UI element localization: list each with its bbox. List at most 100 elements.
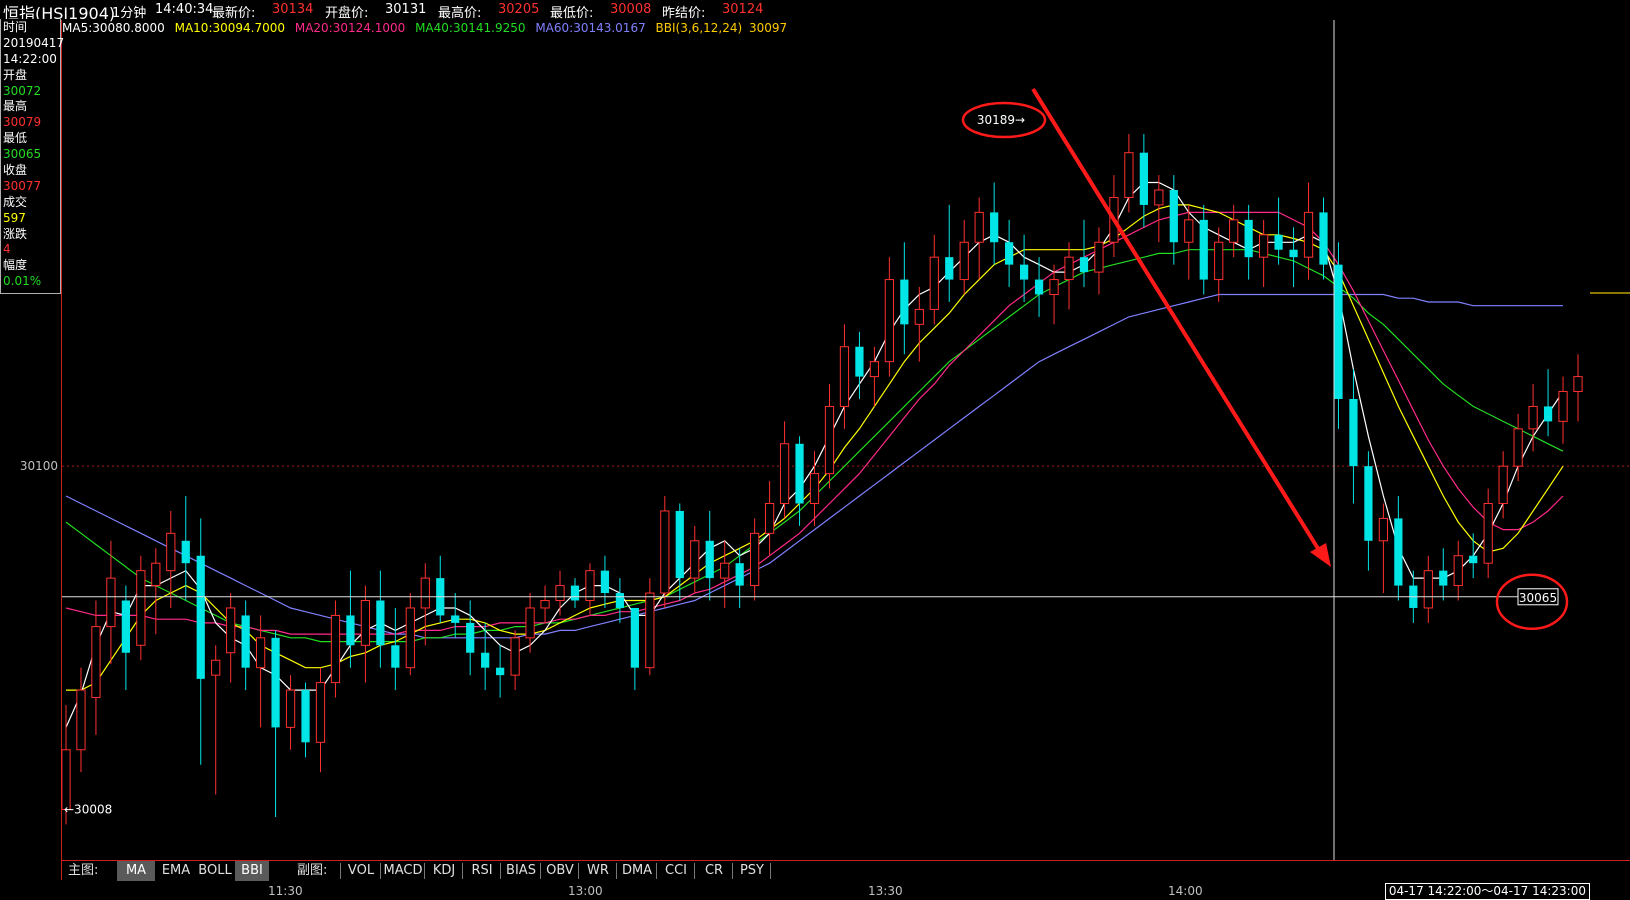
info-close-label: 收盘 — [3, 163, 28, 178]
tab-cr[interactable]: CR — [696, 861, 732, 881]
legend-bbi-value: 30097 — [749, 21, 788, 35]
info-date: 20190417 — [3, 35, 65, 50]
candle — [1439, 548, 1448, 601]
candle — [1244, 204, 1253, 280]
candle-body-up — [106, 577, 116, 628]
tab-ema[interactable]: EMA — [157, 861, 195, 881]
tab-ma[interactable]: MA — [117, 861, 155, 881]
candle-body-up — [869, 361, 880, 378]
candle — [1558, 376, 1568, 444]
candle-body-down — [1274, 234, 1283, 250]
quote-header: 恒指(HSI1904) 1分钟 14:40:34 最新价: 30134 开盘价:… — [0, 0, 1630, 23]
candle-body-down — [496, 667, 505, 676]
legend-ma10: MA10:30094.7000 — [174, 21, 286, 35]
candle-body-up — [839, 346, 850, 407]
candle — [824, 384, 835, 489]
candle — [376, 570, 385, 668]
tab-separator — [656, 863, 657, 879]
candle — [271, 630, 280, 817]
candle — [884, 257, 894, 377]
candle-body-down — [1469, 555, 1478, 564]
candle — [1199, 204, 1208, 295]
candle-body-down — [1019, 264, 1029, 280]
tab-bias[interactable]: BIAS — [502, 861, 540, 881]
candle-body-down — [481, 652, 490, 668]
candle — [1274, 197, 1283, 265]
candle-body-up — [285, 689, 296, 728]
tab-vol[interactable]: VOL — [342, 861, 380, 881]
x-tick-label: 13:00 — [568, 884, 603, 898]
candle-body-down — [1199, 219, 1208, 280]
tab-kdj[interactable]: KDJ — [426, 861, 462, 881]
tab-cci[interactable]: CCI — [658, 861, 694, 881]
info-time: 14:22:00 — [3, 51, 57, 66]
tab-obv[interactable]: OBV — [542, 861, 578, 881]
tab-psy[interactable]: PSY — [734, 861, 770, 881]
open-price-label: 开盘价: — [325, 6, 369, 21]
price-chart[interactable]: 30100 30065 30189→ ←30008 — [0, 0, 1630, 899]
candle-body-up — [1573, 376, 1583, 393]
candle-body-up — [974, 211, 984, 243]
candle-body-up — [76, 689, 86, 751]
candle-body-up — [1259, 234, 1269, 258]
candle-body-down — [1244, 219, 1253, 258]
candle — [301, 682, 310, 758]
high-price-label: 最高价: — [438, 6, 482, 21]
info-amplitude-label: 幅度 — [3, 258, 28, 273]
candle — [809, 451, 820, 526]
ma-legend: MA5:30080.8000 MA10:30094.7000 MA20:3012… — [62, 21, 793, 37]
candle — [570, 578, 580, 608]
candle-body-up — [91, 626, 101, 699]
tab-dma[interactable]: DMA — [618, 861, 656, 881]
candle — [764, 481, 775, 556]
candle-body-down — [1169, 190, 1178, 243]
tab-separator — [578, 863, 579, 879]
info-open: 30072 — [3, 83, 42, 98]
candle — [346, 570, 355, 668]
latest-price-label: 最新价: — [212, 6, 256, 21]
main-chart-label: 主图: — [68, 863, 99, 878]
candle — [91, 600, 101, 735]
candle-body-up — [420, 577, 430, 609]
candle-body-down — [990, 212, 999, 243]
info-change: 4 — [3, 242, 11, 257]
info-open-label: 开盘 — [3, 67, 28, 82]
candle-body-up — [1528, 405, 1538, 430]
candle-body-up — [824, 405, 835, 475]
candle — [436, 555, 445, 623]
sub-chart-label: 副图: — [297, 863, 328, 878]
candle-body-up — [750, 532, 760, 587]
candle — [241, 600, 250, 691]
candle-body-down — [466, 622, 475, 653]
tab-wr[interactable]: WR — [580, 861, 616, 881]
candle — [750, 518, 760, 601]
tab-rsi[interactable]: RSI — [464, 861, 500, 881]
tab-bbi[interactable]: BBI — [235, 861, 269, 881]
candle-body-down — [451, 615, 460, 623]
candle-body-up — [360, 600, 371, 646]
candle — [660, 496, 670, 608]
candle-body-up — [720, 562, 730, 579]
candle-body-up — [1229, 219, 1239, 243]
candle — [1214, 227, 1224, 302]
info-high-label: 最高 — [3, 99, 28, 114]
candle — [1378, 503, 1389, 594]
candle-body-up — [809, 473, 820, 504]
candle — [1453, 540, 1463, 601]
candle — [136, 555, 146, 661]
candle-body-down — [705, 540, 714, 579]
tab-macd[interactable]: MACD — [382, 861, 424, 881]
crosshair-time-range: 04-17 14:22:00〜04-17 14:23:00 — [1384, 883, 1590, 900]
candle — [974, 197, 984, 280]
candle — [420, 563, 430, 646]
candle — [315, 667, 326, 773]
candle-body-up — [1049, 279, 1059, 295]
tab-boll[interactable]: BOLL — [196, 861, 234, 881]
candle-body-up — [779, 443, 790, 504]
candle-body-down — [1334, 264, 1343, 399]
candle-body-up — [151, 562, 161, 587]
candle-body-up — [1378, 517, 1389, 542]
bar-info-panel: 时间 20190417 14:22:00 开盘 30072 最高 30079 最… — [0, 19, 65, 294]
candle-body-down — [795, 443, 804, 504]
candle — [525, 593, 535, 653]
